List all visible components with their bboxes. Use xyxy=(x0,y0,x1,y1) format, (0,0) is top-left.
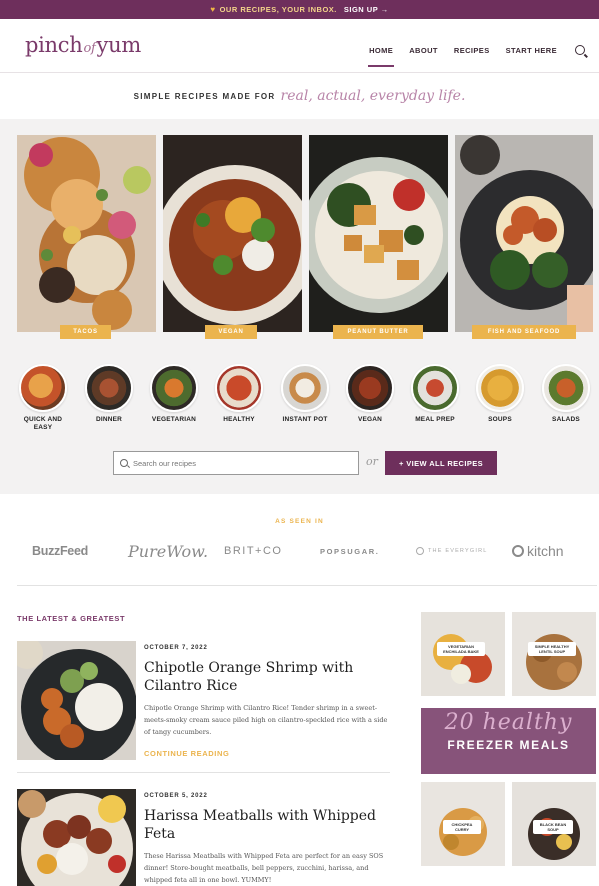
vegan-photo xyxy=(163,135,302,332)
category-label-tacos[interactable]: TACOS xyxy=(60,325,111,339)
search-icon[interactable] xyxy=(575,45,585,55)
soups-photo xyxy=(476,364,524,412)
round-category-meal-prep[interactable]: MEAL PREP xyxy=(407,364,463,424)
recipe-search-field[interactable] xyxy=(113,451,359,475)
category-card-peanut-butter[interactable] xyxy=(309,135,448,332)
britco-logo: BRIT+CO xyxy=(224,545,283,557)
category-label-fish-seafood[interactable]: FISH AND SEAFOOD xyxy=(472,325,576,339)
freezer-bag-label: CHICKPEA CURRY xyxy=(443,820,481,834)
meal-prep-photo xyxy=(411,364,459,412)
nav-start-here[interactable]: START HERE xyxy=(506,46,557,55)
tagline: SIMPLE RECIPES MADE FOR real, actual, ev… xyxy=(0,73,599,119)
latest-heading: THE LATEST & GREATEST xyxy=(17,614,126,623)
vegetarian-photo xyxy=(150,364,198,412)
site-logo[interactable]: pinchofyum xyxy=(25,33,141,57)
freezer-bag-label: VEGETARIAN ENCHILADA BAKE xyxy=(437,642,485,656)
everygirl-icon xyxy=(416,547,424,555)
quick-easy-photo xyxy=(19,364,67,412)
post-title[interactable]: Chipotle Orange Shrimp with Cilantro Ric… xyxy=(144,659,384,695)
round-category-vegetarian[interactable]: VEGETARIAN xyxy=(146,364,202,424)
healthy-photo xyxy=(215,364,263,412)
arrow-right-icon: → xyxy=(380,5,389,14)
freezer-bag-label: SIMPLE HEALTHY LENTIL SOUP xyxy=(528,642,576,656)
everygirl-logo: THE EVERYGIRL xyxy=(416,539,488,563)
main-nav: HOME ABOUT RECIPES START HERE xyxy=(368,45,585,67)
newsletter-banner[interactable]: ♥ OUR RECIPES, YOUR INBOX. SIGN UP → xyxy=(0,0,599,19)
promo-script-text: 20 healthy xyxy=(444,710,573,735)
round-category-label: VEGAN xyxy=(357,416,383,423)
category-card-fish-seafood[interactable] xyxy=(455,135,593,332)
freezer-meals-promo[interactable]: VEGETARIAN ENCHILADA BAKE SIMPLE HEALTHY… xyxy=(421,612,596,884)
round-category-vegan[interactable]: VEGAN xyxy=(342,364,398,424)
dinner-photo xyxy=(85,364,133,412)
round-category-label: HEALTHY xyxy=(223,416,255,423)
round-category-label: SALADS xyxy=(552,416,580,423)
round-category-salads[interactable]: SALADS xyxy=(538,364,594,424)
category-card-tacos[interactable] xyxy=(17,135,156,332)
tacos-photo xyxy=(17,135,156,332)
signup-link[interactable]: SIGN UP → xyxy=(344,5,389,14)
view-all-recipes-button[interactable]: + VIEW ALL RECIPES xyxy=(385,451,497,475)
shrimp-photo xyxy=(17,641,136,760)
recipe-search-input[interactable] xyxy=(133,458,333,468)
heart-icon: ♥ xyxy=(210,5,216,14)
nav-home[interactable]: HOME xyxy=(368,46,395,67)
round-category-healthy[interactable]: HEALTHY xyxy=(211,364,267,424)
round-category-label: VEGETARIAN xyxy=(151,416,197,423)
post-divider xyxy=(17,772,390,773)
round-category-quick-easy[interactable]: QUICK AND EASY xyxy=(15,364,71,432)
kitchn-icon xyxy=(512,545,524,557)
or-separator: or xyxy=(366,455,378,468)
salads-photo xyxy=(542,364,590,412)
recipe-browser: TACOS VEGAN PEANUT BUTTER FISH AND SEAFO… xyxy=(0,119,599,494)
kitchn-logo: kitchn xyxy=(512,539,564,563)
as-seen-in-heading: AS SEEN IN xyxy=(275,518,324,525)
post-image-meatballs[interactable] xyxy=(17,789,136,886)
vegan-round-photo xyxy=(346,364,394,412)
round-category-label: QUICK AND EASY xyxy=(23,416,63,431)
nav-about[interactable]: ABOUT xyxy=(409,46,438,55)
post-date: OCTOBER 5, 2022 xyxy=(144,793,208,799)
post-title[interactable]: Harissa Meatballs with Whipped Feta xyxy=(144,807,384,843)
tagline-script: real, actual, everyday life. xyxy=(280,88,466,104)
category-label-peanut-butter[interactable]: PEANUT BUTTER xyxy=(333,325,423,339)
peanut-butter-photo xyxy=(309,135,448,332)
promo-block-text: FREEZER MEALS xyxy=(447,738,570,752)
round-category-label: DINNER xyxy=(95,416,123,423)
post-image-shrimp[interactable] xyxy=(17,641,136,760)
round-category-dinner[interactable]: DINNER xyxy=(81,364,137,424)
round-category-label: INSTANT POT xyxy=(282,416,328,423)
purewow-logo: PureWow. xyxy=(128,541,209,561)
post-excerpt: Chipotle Orange Shrimp with Cilantro Ric… xyxy=(144,704,388,736)
category-label-vegan[interactable]: VEGAN xyxy=(205,325,257,339)
post-excerpt: These Harissa Meatballs with Whipped Fet… xyxy=(144,852,384,884)
freezer-meals-banner: 20 healthy FREEZER MEALS xyxy=(421,708,596,774)
search-icon xyxy=(120,459,128,467)
round-category-soups[interactable]: SOUPS xyxy=(472,364,528,424)
site-header: pinchofyum HOME ABOUT RECIPES START HERE xyxy=(0,19,599,73)
round-category-label: MEAL PREP xyxy=(415,416,455,423)
continue-reading-link[interactable]: CONTINUE READING xyxy=(144,749,229,758)
popsugar-logo: POPSUGAR. xyxy=(320,546,380,556)
freezer-bag-label: BLACK BEAN SOUP xyxy=(533,820,573,834)
category-card-vegan[interactable] xyxy=(163,135,302,332)
section-divider xyxy=(17,585,597,586)
seafood-photo xyxy=(455,135,593,332)
round-category-instant-pot[interactable]: INSTANT POT xyxy=(277,364,333,424)
meatballs-photo xyxy=(17,789,136,886)
tagline-plain: SIMPLE RECIPES MADE FOR xyxy=(133,91,276,101)
instant-pot-photo xyxy=(281,364,329,412)
round-category-label: SOUPS xyxy=(488,416,512,423)
nav-recipes[interactable]: RECIPES xyxy=(454,46,490,55)
post-date: OCTOBER 7, 2022 xyxy=(144,645,208,651)
buzzfeed-logo: BuzzFeed xyxy=(32,544,88,558)
banner-text: OUR RECIPES, YOUR INBOX. xyxy=(219,5,337,14)
